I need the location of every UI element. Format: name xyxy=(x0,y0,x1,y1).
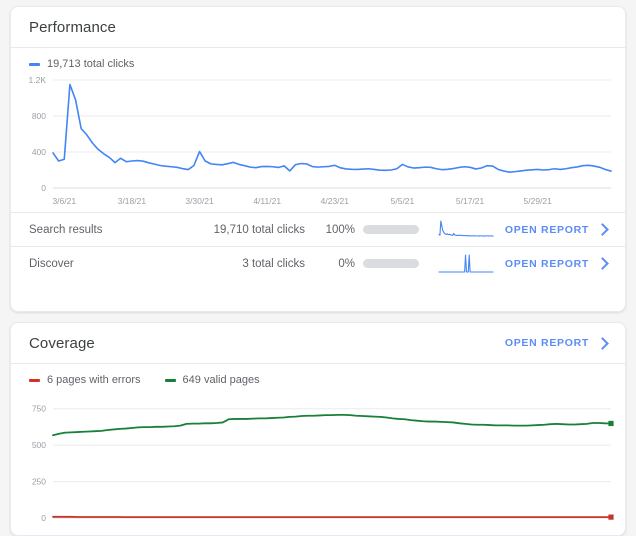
chevron-right-icon xyxy=(596,257,609,270)
chevron-right-icon xyxy=(596,223,609,236)
svg-text:1.2K: 1.2K xyxy=(29,75,47,85)
svg-text:3/6/21: 3/6/21 xyxy=(52,196,76,206)
open-report-label: OPEN REPORT xyxy=(504,337,589,349)
performance-card: Performance 19,713 total clicks 0 400 800 1… xyxy=(10,6,626,312)
performance-chart-svg: 0 400 800 1.2K 3/6/21 3/18/21 3/30/21 4/11/21 4/… xyxy=(29,75,612,206)
row-sparkline xyxy=(437,219,495,241)
table-row-discover[interactable]: Discover 3 total clicks 0% OPEN REPORT xyxy=(11,246,625,280)
row-open-report[interactable]: OPEN REPORT xyxy=(495,257,609,270)
svg-text:400: 400 xyxy=(32,147,46,157)
coverage-chart: 0 250 500 750 xyxy=(11,388,625,528)
svg-text:0: 0 xyxy=(41,513,46,523)
row-percent: 0% xyxy=(338,257,355,270)
performance-legend: 19,713 total clicks xyxy=(11,48,625,72)
row-percent: 100% xyxy=(325,223,355,236)
table-row-search-results[interactable]: Search results 19,710 total clicks 100% … xyxy=(11,212,625,246)
coverage-card-header: Coverage OPEN REPORT xyxy=(11,323,625,364)
legend-swatch-icon xyxy=(29,62,40,66)
legend-label: 649 valid pages xyxy=(182,374,260,386)
coverage-legend: 6 pages with errors 649 valid pages xyxy=(11,364,625,388)
legend-swatch-icon xyxy=(164,378,176,382)
svg-text:4/23/21: 4/23/21 xyxy=(321,196,350,206)
row-clicks: 3 total clicks xyxy=(242,257,305,270)
row-open-report[interactable]: OPEN REPORT xyxy=(495,223,609,236)
row-sparkline xyxy=(437,253,495,275)
legend-label: 6 pages with errors xyxy=(47,374,141,386)
performance-title: Performance xyxy=(29,18,116,36)
legend-item-total-clicks[interactable]: 19,713 total clicks xyxy=(29,58,134,70)
chevron-right-icon xyxy=(596,336,609,350)
performance-chart: 0 400 800 1.2K 3/6/21 3/18/21 3/30/21 4/11/21 4/… xyxy=(11,72,625,212)
coverage-chart-svg: 0 250 500 750 xyxy=(32,404,614,523)
legend-label: 19,713 total clicks xyxy=(47,58,135,70)
svg-text:5/29/21: 5/29/21 xyxy=(524,196,553,206)
row-progress-bar xyxy=(363,259,419,268)
row-label: Search results xyxy=(29,223,103,236)
row-label: Discover xyxy=(29,257,74,270)
dashboard-page: Performance 19,713 total clicks 0 400 800 1… xyxy=(0,0,636,536)
svg-text:5/5/21: 5/5/21 xyxy=(391,196,415,206)
coverage-title: Coverage xyxy=(29,334,95,352)
svg-text:750: 750 xyxy=(32,404,46,414)
open-report-link[interactable]: OPEN REPORT xyxy=(504,257,609,270)
svg-text:3/18/21: 3/18/21 xyxy=(118,196,147,206)
svg-text:250: 250 xyxy=(32,477,46,487)
open-report-label: OPEN REPORT xyxy=(504,257,589,270)
sparkline-svg xyxy=(438,253,494,273)
row-progress-bar xyxy=(363,225,419,234)
svg-text:3/30/21: 3/30/21 xyxy=(185,196,214,206)
svg-text:0: 0 xyxy=(41,183,46,193)
coverage-card: Coverage OPEN REPORT 6 pages with errors… xyxy=(10,322,626,536)
sparkline-svg xyxy=(438,219,494,237)
performance-card-header: Performance xyxy=(11,7,625,48)
coverage-open-report-link[interactable]: OPEN REPORT xyxy=(504,336,609,350)
legend-item-valid-pages[interactable]: 649 valid pages xyxy=(164,374,260,386)
open-report-label: OPEN REPORT xyxy=(504,223,589,236)
legend-item-pages-with-errors[interactable]: 6 pages with errors xyxy=(29,374,141,386)
svg-text:4/11/21: 4/11/21 xyxy=(253,196,281,206)
svg-text:5/17/21: 5/17/21 xyxy=(456,196,485,206)
svg-text:800: 800 xyxy=(32,111,46,121)
open-report-link[interactable]: OPEN REPORT xyxy=(504,223,609,236)
legend-swatch-icon xyxy=(29,378,40,382)
svg-text:500: 500 xyxy=(32,440,46,450)
row-clicks: 19,710 total clicks xyxy=(213,223,305,236)
